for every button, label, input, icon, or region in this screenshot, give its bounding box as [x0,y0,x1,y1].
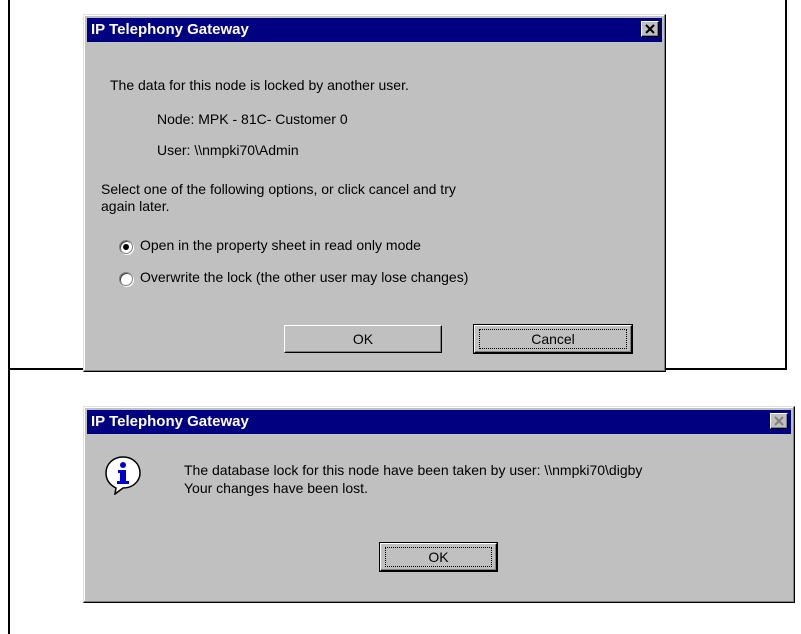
cancel-button-label: Cancel [531,331,575,347]
option-read-only-label[interactable]: Open in the property sheet in read only … [140,237,421,253]
lock-dialog-title: IP Telephony Gateway [91,21,249,38]
close-icon [774,416,784,426]
info-message-line2: Your changes have been lost. [184,480,368,496]
radio-read-only[interactable] [119,240,133,254]
ok-button[interactable]: OK [284,325,442,353]
frame-left-border [8,0,10,634]
info-message-line1: The database lock for this node have bee… [184,462,643,478]
info-dialog-close-button[interactable] [770,413,788,429]
close-icon [645,24,655,34]
option-overwrite-label[interactable]: Overwrite the lock (the other user may l… [140,269,468,285]
info-ok-button[interactable]: OK [379,542,498,572]
info-ok-button-label: OK [428,549,449,565]
cancel-button[interactable]: Cancel [473,324,633,354]
radio-overwrite[interactable] [119,272,133,286]
frame-right-border [785,0,787,370]
ok-button-label: OK [352,331,374,347]
radio-selected-dot [123,244,129,250]
info-dialog-title: IP Telephony Gateway [91,413,249,430]
lock-dialog-close-button[interactable] [641,21,659,37]
node-line: Node: MPK - 81C- Customer 0 [157,111,348,127]
info-dialog: IP Telephony Gateway The database lock f… [83,406,795,603]
lock-dialog-titlebar: IP Telephony Gateway [87,18,662,42]
user-line: User: \\nmpki70\Admin [157,142,299,158]
lock-message: The data for this node is locked by anot… [110,77,409,93]
instructions-line2: again later. [101,198,170,214]
lock-dialog: IP Telephony Gateway The data for this n… [83,14,666,372]
info-dialog-titlebar: IP Telephony Gateway [87,410,791,434]
info-icon [105,456,141,495]
instructions-line1: Select one of the following options, or … [101,181,456,197]
